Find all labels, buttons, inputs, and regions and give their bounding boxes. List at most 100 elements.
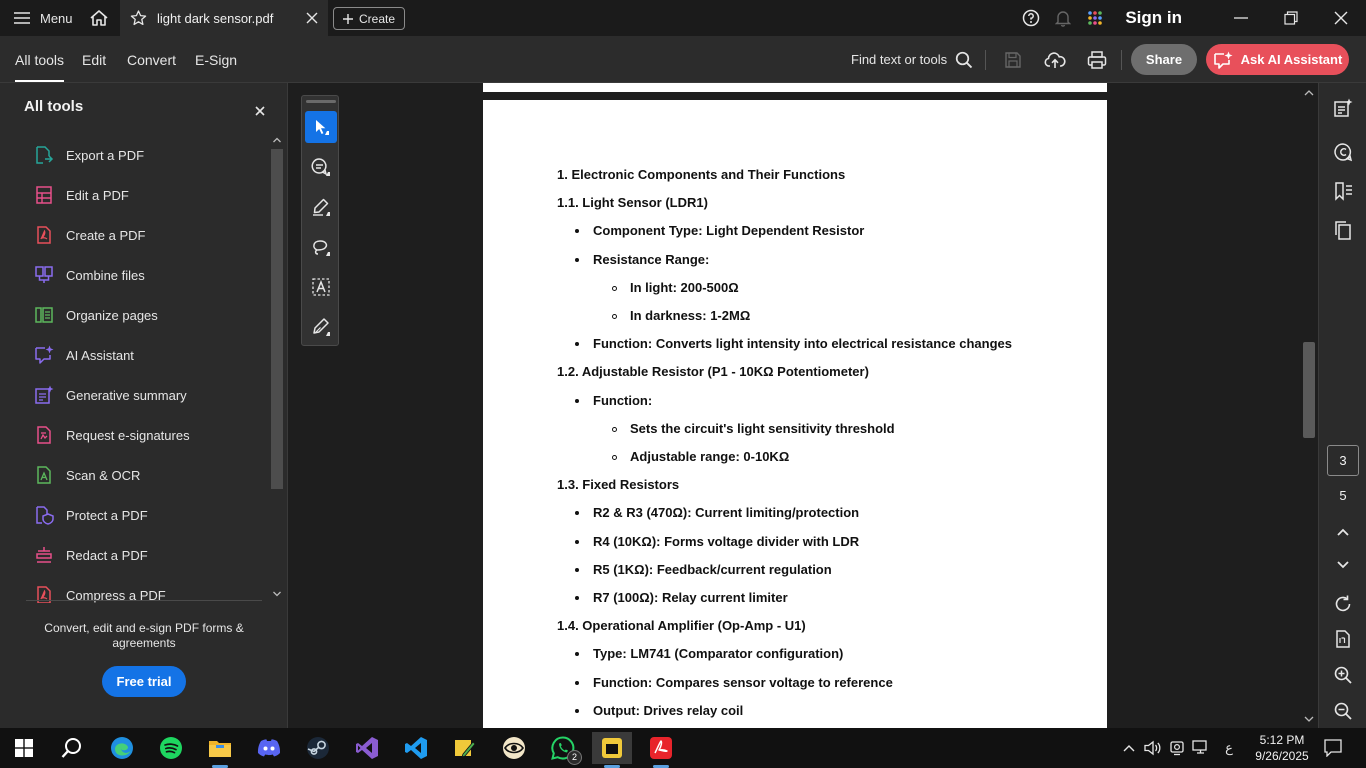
sub-bullet-marker: [612, 455, 617, 460]
draw-tool-button[interactable]: [305, 231, 337, 263]
select-tool-button[interactable]: [305, 111, 337, 143]
star-icon[interactable]: [130, 10, 147, 26]
tab-convert[interactable]: Convert: [127, 36, 176, 83]
zoom-in-button[interactable]: [1331, 663, 1355, 687]
notifications-button[interactable]: [1047, 0, 1079, 36]
share-button[interactable]: Share: [1131, 44, 1197, 75]
highlight-tool-button[interactable]: [305, 191, 337, 223]
taskbar-whatsapp[interactable]: 2: [543, 732, 583, 765]
apps-button[interactable]: [1079, 0, 1111, 36]
tab-e-sign[interactable]: E-Sign: [195, 36, 237, 83]
start-button[interactable]: [4, 732, 44, 764]
pdf-tool-icon: [602, 738, 622, 758]
tool-item-request-esignatures[interactable]: Request e-signatures: [26, 415, 266, 455]
document-scrollbar[interactable]: [1301, 83, 1317, 728]
scroll-down-icon[interactable]: [270, 587, 284, 601]
scroll-down-icon[interactable]: [1301, 711, 1317, 727]
section-heading: 1.2. Adjustable Resistor (P1 - 10KΩ Pote…: [557, 364, 869, 380]
comment-tool-button[interactable]: [305, 151, 337, 183]
restore-button[interactable]: [1266, 0, 1316, 36]
scroll-up-icon[interactable]: [270, 133, 284, 147]
list-item: Resistance Range:: [593, 251, 710, 267]
taskbar-acrobat[interactable]: [641, 732, 681, 764]
taskbar-discord[interactable]: [249, 732, 289, 764]
show-hidden-icons-button[interactable]: [1118, 738, 1140, 758]
tool-item-ai-assistant[interactable]: AI Assistant: [26, 335, 266, 375]
close-tab-icon[interactable]: [306, 12, 318, 24]
menu-button[interactable]: Menu: [6, 6, 81, 30]
section-heading: 1.3. Fixed Resistors: [557, 477, 680, 493]
find-text-or-tools[interactable]: Find text or tools: [851, 36, 973, 83]
tab-all-tools[interactable]: All tools: [15, 36, 65, 83]
panel-scrollbar[interactable]: [270, 133, 284, 601]
tool-item-export-pdf[interactable]: Export a PDF: [26, 135, 266, 175]
tab-edit[interactable]: Edit: [82, 36, 106, 83]
tool-item-label: Organize pages: [66, 307, 158, 323]
volume-button[interactable]: [1142, 738, 1164, 758]
tool-item-create-pdf[interactable]: Create a PDF: [26, 215, 266, 255]
home-button[interactable]: [84, 6, 114, 30]
comments-rail-button[interactable]: [1331, 140, 1355, 164]
upload-button[interactable]: [1042, 47, 1068, 73]
create-button[interactable]: Create: [333, 7, 405, 30]
taskbar-search-button[interactable]: [52, 732, 92, 764]
bookmarks-rail-button[interactable]: [1331, 179, 1355, 203]
taskbar-steam[interactable]: [298, 732, 338, 764]
tool-item-redact-pdf[interactable]: Redact a PDF: [26, 535, 266, 575]
next-page-button[interactable]: [1331, 553, 1355, 577]
scroll-thumb[interactable]: [1303, 342, 1315, 438]
drag-handle[interactable]: [306, 100, 336, 103]
generative-summary-rail-button[interactable]: [1331, 96, 1355, 120]
sub-bullet-marker: [612, 314, 617, 319]
tool-item-scan-ocr[interactable]: Scan & OCR: [26, 455, 266, 495]
input-language-button[interactable]: ع: [1218, 738, 1240, 758]
scroll-up-icon[interactable]: [1301, 85, 1317, 101]
taskbar-file-explorer[interactable]: [200, 732, 240, 764]
free-trial-button[interactable]: Free trial: [102, 666, 186, 697]
scroll-thumb[interactable]: [271, 149, 283, 489]
ask-ai-label: Ask AI Assistant: [1240, 52, 1343, 67]
tool-item-protect-pdf[interactable]: Protect a PDF: [26, 495, 266, 535]
main-toolbar: All tools Edit Convert E-Sign Find text …: [0, 36, 1366, 83]
tool-item-compress-pdf[interactable]: Compress a PDF: [26, 575, 266, 603]
save-button[interactable]: [1000, 47, 1026, 73]
minimize-button[interactable]: [1216, 0, 1266, 36]
taskbar-visual-studio[interactable]: [347, 732, 387, 764]
tool-item-organize-pages[interactable]: Organize pages: [26, 295, 266, 335]
protect-pdf-icon: [36, 506, 54, 525]
taskbar-vscode[interactable]: [396, 732, 436, 764]
notification-center-button[interactable]: [1320, 738, 1346, 758]
previous-page-button[interactable]: [1331, 520, 1355, 544]
clock[interactable]: 5:12 PM 9/26/2025: [1244, 732, 1320, 764]
edit-pdf-icon: [36, 186, 52, 204]
tool-item-label: Create a PDF: [66, 227, 146, 243]
tool-item-combine-files[interactable]: Combine files: [26, 255, 266, 295]
sign-in-link[interactable]: Sign in: [1125, 8, 1182, 28]
document-viewer[interactable]: 1. Electronic Components and Their Funct…: [289, 83, 1318, 728]
camera-tray-button[interactable]: [1166, 738, 1188, 758]
network-button[interactable]: [1190, 738, 1212, 758]
ask-ai-assistant-button[interactable]: Ask AI Assistant: [1206, 44, 1349, 75]
zoom-out-button[interactable]: [1331, 699, 1355, 723]
pages-rail-button[interactable]: [1331, 218, 1355, 242]
help-button[interactable]: [1015, 0, 1047, 36]
taskbar-eye-app[interactable]: [494, 732, 534, 764]
sign-tool-button[interactable]: [305, 311, 337, 343]
pdf-page[interactable]: 1. Electronic Components and Their Funct…: [483, 100, 1107, 728]
close-panel-button[interactable]: [250, 101, 270, 121]
taskbar-app-yellow[interactable]: [445, 732, 485, 764]
rotate-button[interactable]: [1331, 592, 1355, 616]
speaker-icon: [1144, 740, 1161, 756]
taskbar-spotify[interactable]: [151, 732, 191, 764]
taskbar-pdf-creator[interactable]: [592, 732, 632, 764]
folder-icon: [209, 741, 231, 757]
close-window-button[interactable]: [1316, 0, 1366, 36]
fit-page-button[interactable]: [1331, 627, 1355, 651]
current-page-field[interactable]: 3: [1327, 445, 1359, 476]
print-button[interactable]: [1084, 47, 1110, 73]
taskbar-edge[interactable]: [102, 732, 142, 764]
text-recognize-tool-button[interactable]: [305, 271, 337, 303]
tool-item-generative-summary[interactable]: Generative summary: [26, 375, 266, 415]
tool-item-edit-pdf[interactable]: Edit a PDF: [26, 175, 266, 215]
document-tab[interactable]: light dark sensor.pdf: [120, 0, 328, 36]
